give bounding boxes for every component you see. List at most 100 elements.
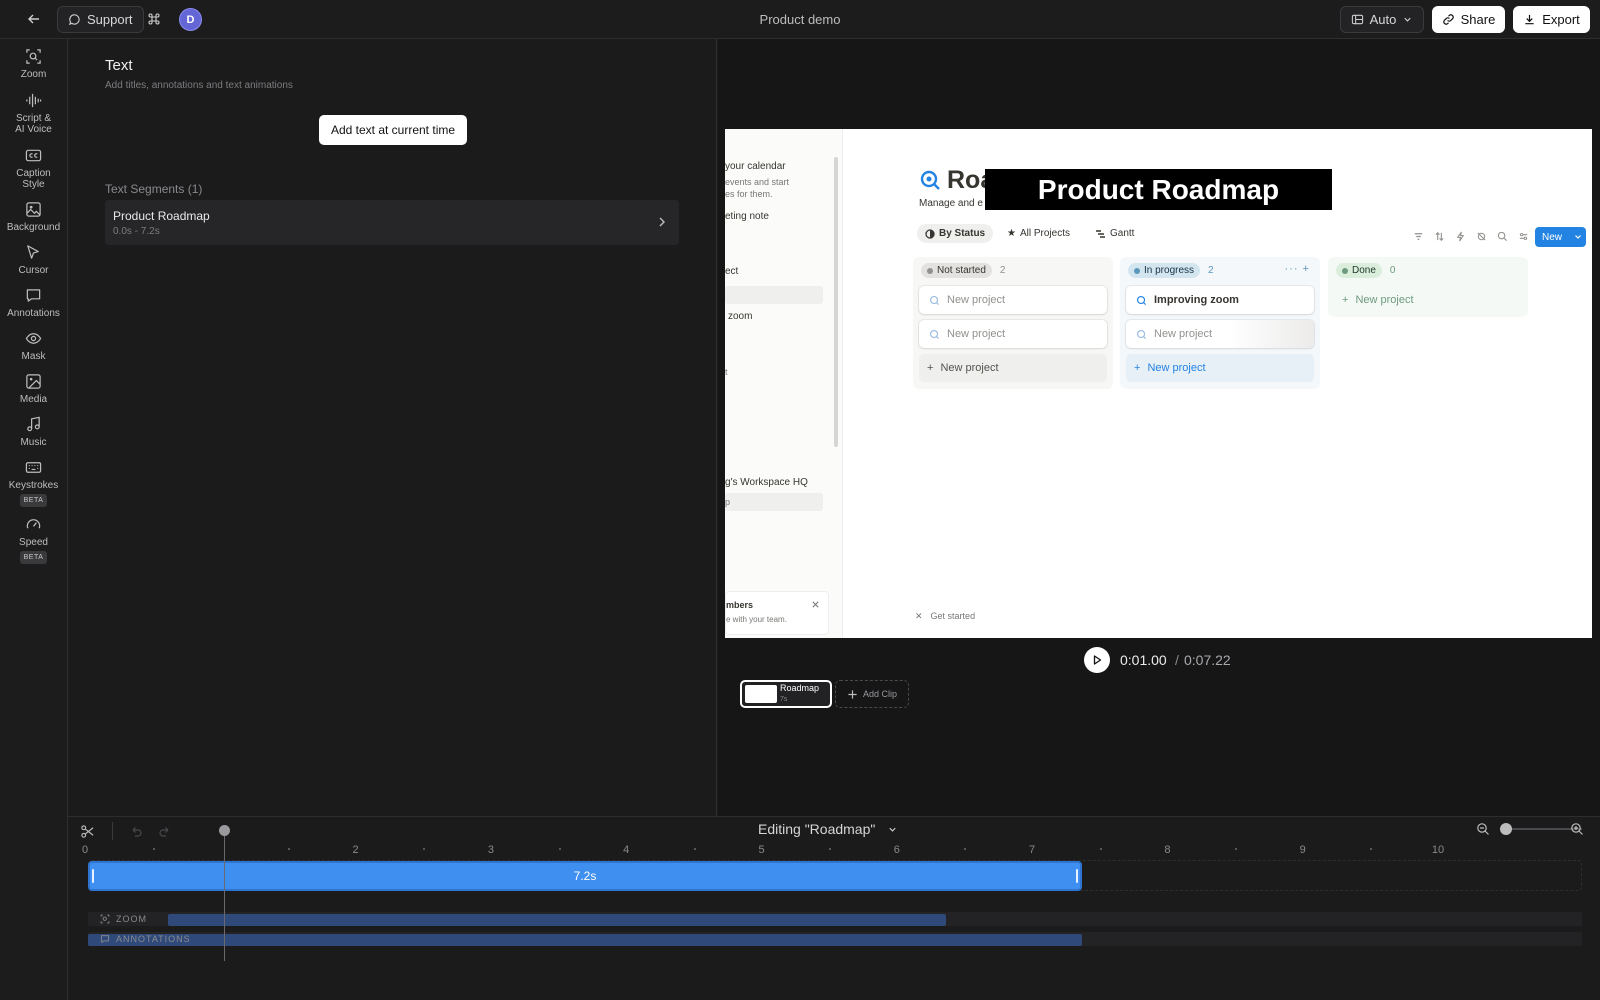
command-icon[interactable] [146,11,162,27]
members-subtitle: e with your team. [726,615,787,624]
share-label: Share [1460,12,1496,27]
ruler-tick-dot [1235,848,1238,850]
ruler-tick-label: 9 [1299,844,1306,856]
beta-badge: BETA [19,551,48,564]
clip-roadmap[interactable]: Roadmap 7s [740,680,832,708]
segment-name: Product Roadmap [113,209,210,223]
zoom-in-icon[interactable] [1570,822,1584,836]
timeline-clip[interactable]: 7.2s [88,861,1082,891]
sidebar-item-music[interactable]: Music [0,416,67,448]
sidebar-line: zoom [728,311,753,322]
page-icon [929,295,940,305]
chevron-right-icon [659,217,665,227]
sidebar-item-script-ai-voice[interactable]: Script & AI Voice [0,92,67,135]
beta-badge: BETA [19,494,48,507]
playhead-line [224,831,225,961]
top-bar: Support D Product demo Auto Share Export [0,0,1600,39]
plus-icon: + [927,362,934,374]
zoom-slider-handle[interactable] [1500,823,1512,835]
clip-name: Roadmap [780,683,820,693]
user-avatar[interactable]: D [179,8,202,31]
ruler-tick-label: 0 [81,844,89,856]
ruler-tick-label: 5 [758,844,765,856]
text-segments-header: Text Segments (1) [105,182,203,196]
support-label: Support [87,12,133,27]
sidebar-item-label: Script & AI Voice [15,113,52,135]
track-label: ANNOTATIONS [100,934,191,944]
sidebar-item-zoom[interactable]: Zoom [0,48,67,80]
view-tab-all-projects: ★ All Projects [1007,228,1070,239]
page-icon [929,329,940,339]
text-overlay[interactable]: Product Roadmap [985,169,1332,210]
back-arrow-icon[interactable] [26,11,42,27]
sidebar-item-label: Mask [21,351,46,362]
export-button[interactable]: Export [1513,6,1590,33]
zoom-segment[interactable] [168,914,946,926]
plus-icon: + [1342,294,1349,306]
add-card-row: + New project [1126,354,1314,382]
sidebar-line: g's Workspace HQ [725,477,808,488]
add-text-button[interactable]: Add text at current time [319,115,467,145]
board-card: New project [919,320,1107,348]
sidebar-highlight [725,493,823,511]
redo-icon[interactable] [158,825,172,839]
support-button[interactable]: Support [57,6,144,33]
ruler-tick-label: 3 [487,844,494,856]
aspect-ratio-dropdown[interactable]: Auto [1340,6,1424,33]
panel-title: Text [105,57,133,74]
view-tab-gantt: Gantt [1095,228,1134,239]
ruler-tick-dot [964,848,967,850]
sidebar-item-label: Caption Style [16,168,51,190]
board-card: Improving zoom [1126,286,1314,314]
cursor-icon [27,245,39,259]
video-preview-canvas[interactable]: your calendar events and start es for th… [725,129,1592,638]
ruler-tick-label: 8 [1164,844,1171,856]
column-header: Not started 2 [921,263,1005,278]
hide-icon [1477,232,1486,241]
ruler-tick-label: 2 [352,844,359,856]
sidebar-line: t [725,367,728,377]
clip-trim-handle-left[interactable] [92,869,94,883]
sidebar-item-cursor[interactable]: Cursor [0,244,67,276]
sidebar-item-caption-style[interactable]: Caption Style [0,147,67,190]
status-pill: In progress [1128,263,1201,278]
link-icon [1442,14,1454,25]
invite-members-card: mbers e with your team. [725,591,829,635]
clip-trim-handle-right[interactable] [1076,869,1078,883]
sidebar-item-media[interactable]: Media [0,373,67,405]
scissors-icon[interactable] [80,824,95,839]
plus-icon: + [1134,362,1141,374]
sidebar-item-annotations[interactable]: Annotations [0,287,67,319]
sidebar-item-background[interactable]: Background [0,201,67,233]
sidebar-item-keystrokes[interactable]: Keystrokes BETA [0,459,67,507]
zoom-out-icon[interactable] [1476,822,1490,836]
tools-sidebar: Zoom Script & AI Voice Caption Style Bac… [0,39,68,1000]
sidebar-small-text: events and start es for them. [725,177,790,199]
play-button[interactable] [1084,647,1110,673]
search-icon [1497,231,1508,242]
music-icon [27,416,40,432]
timeline-panel: Editing "Roadmap" 0 2 3 4 5 6 7 8 9 10 7.2s ZOOM … [68,816,1600,1000]
new-button: New [1535,227,1586,247]
annotation-segment[interactable] [88,934,1082,946]
sidebar-item-mask[interactable]: Mask [0,330,67,362]
add-clip-button[interactable]: Add Clip [835,680,909,708]
ruler-tick-dot [152,848,155,850]
undo-icon[interactable] [129,825,143,839]
column-header: Done 0 [1336,263,1395,278]
ruler-tick-dot [693,848,696,850]
add-card-row: + New project [1342,294,1414,306]
playhead-handle[interactable] [219,825,230,836]
board-card: New project [1126,320,1314,348]
ruler-tick-dot [558,848,561,850]
text-segment-row[interactable]: Product Roadmap 0.0s - 7.2s [105,200,679,245]
divider [112,822,113,840]
panel-subtitle: Add titles, annotations and text animati… [105,80,293,91]
current-time: 0:01.00 [1120,652,1167,668]
sidebar-item-speed[interactable]: Speed BETA [0,516,67,564]
share-button[interactable]: Share [1432,6,1505,33]
chat-icon [68,14,80,26]
sidebar-item-label: Zoom [20,69,47,80]
editing-clip-selector[interactable]: Editing "Roadmap" [758,821,898,837]
page-icon [1136,295,1147,305]
